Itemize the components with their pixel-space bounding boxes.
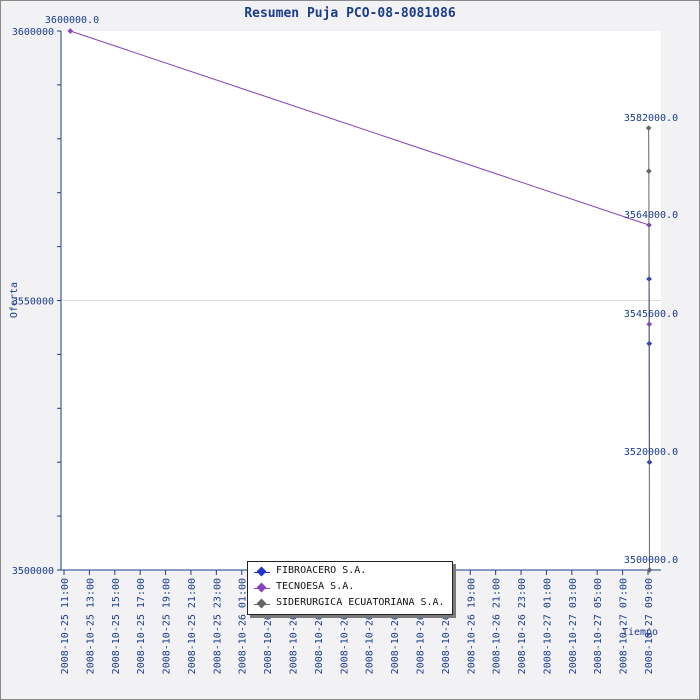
data-label: 3564000.0 xyxy=(624,210,678,221)
x-tick-label: 2008-10-25 19:00 xyxy=(162,578,173,674)
x-tick-label: 2008-10-26 21:00 xyxy=(492,578,503,674)
diamond-marker-icon xyxy=(256,582,267,593)
legend-label: FIBROACERO S.A. xyxy=(276,565,367,576)
x-tick-label: 2008-10-27 01:00 xyxy=(542,578,553,674)
x-tick-label: 2008-10-26 19:00 xyxy=(466,578,477,674)
diamond-marker-icon xyxy=(256,598,267,609)
x-tick-label: 2008-10-27 03:00 xyxy=(568,578,579,674)
legend-label: SIDERURGICA ECUATORIANA S.A. xyxy=(276,597,445,608)
diamond-marker-icon xyxy=(256,566,267,577)
x-tick-label: 2008-10-26 23:00 xyxy=(517,578,528,674)
x-axis-label: Tiempo xyxy=(622,627,658,638)
x-tick-label: 2008-10-25 21:00 xyxy=(187,578,198,674)
data-label: 3582000.0 xyxy=(624,113,678,124)
y-tick-label: 3600000 xyxy=(12,27,54,38)
series-line-segment xyxy=(648,171,650,571)
x-tick-label: 2008-10-25 15:00 xyxy=(111,578,122,674)
data-label: 3600000.0 xyxy=(45,15,99,26)
y-tick-label: 3500000 xyxy=(12,566,54,577)
data-label: 3500000.0 xyxy=(624,555,678,566)
legend: FIBROACERO S.A. TECNOESA S.A. SIDERURGIC… xyxy=(247,561,453,615)
y-axis-label: Oferta xyxy=(9,282,20,318)
chart-title: Resumen Puja PCO-08-8081086 xyxy=(244,6,455,21)
x-tick-label: 2008-10-25 17:00 xyxy=(136,578,147,674)
x-tick-label: 2008-10-25 23:00 xyxy=(212,578,223,674)
data-label: 3545600.0 xyxy=(624,309,678,320)
x-tick-label: 2008-10-25 11:00 xyxy=(60,578,71,674)
x-tick-label: 2008-10-25 13:00 xyxy=(85,578,96,674)
data-label: 3520000.0 xyxy=(624,447,678,458)
x-tick-label: 2008-10-27 05:00 xyxy=(593,578,604,674)
legend-label: TECNOESA S.A. xyxy=(276,581,355,592)
